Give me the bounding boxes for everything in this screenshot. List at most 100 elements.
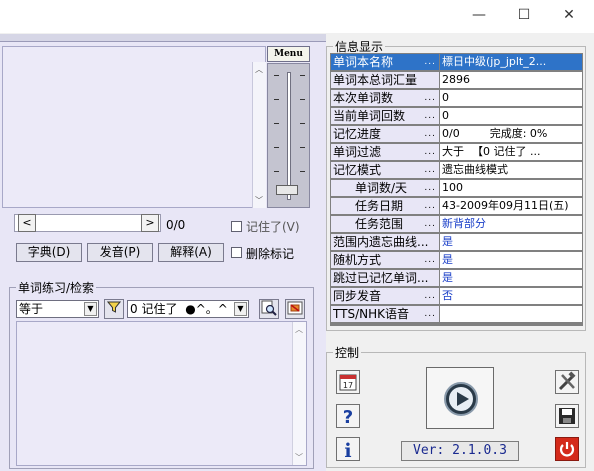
- info-row-label: 单词过滤...: [331, 144, 439, 160]
- remembered-checkbox[interactable]: [231, 221, 242, 232]
- scroll-down-icon[interactable]: ﹀: [295, 452, 303, 463]
- info-row-label: 任务范围...: [331, 216, 439, 232]
- info-row-value-text: 標日中级(jp_jplt_2...: [442, 55, 547, 68]
- info-row-label: 本次单词数...: [331, 90, 439, 106]
- help-icon[interactable]: ?: [336, 404, 360, 428]
- info-row[interactable]: 任务日期... 43-2009年09月11日(五): [330, 197, 583, 214]
- info-row[interactable]: 记忆模式... 遗忘曲线模式: [330, 161, 583, 178]
- search-group-title: 单词练习/检索: [16, 279, 97, 296]
- info-row-label-text: TTS/NHK语音: [333, 307, 409, 321]
- info-row-value: 否: [440, 288, 582, 304]
- chevron-down-icon[interactable]: ▼: [234, 302, 247, 316]
- info-row[interactable]: 当前单词回数... 0: [330, 107, 583, 124]
- info-row[interactable]: 记忆进度... 0/0 完成度: 0%: [330, 125, 583, 142]
- info-row-label: 跳过已记忆单词...: [331, 270, 439, 286]
- slider-tick: [300, 75, 305, 76]
- menu-button[interactable]: Menu: [267, 46, 310, 62]
- info-row-label-text: 单词数/天: [355, 181, 408, 195]
- search-result-list[interactable]: [16, 321, 307, 466]
- info-row-dots: ...: [424, 165, 436, 175]
- chevron-down-icon[interactable]: ▼: [84, 302, 97, 316]
- close-button[interactable]: ✕: [546, 0, 592, 31]
- save-icon[interactable]: [555, 404, 579, 428]
- scroll-up-icon[interactable]: ︿: [255, 64, 263, 75]
- svg-text:i: i: [344, 440, 351, 460]
- speed-slider-thumb[interactable]: [276, 185, 298, 195]
- speed-slider-track[interactable]: [287, 72, 291, 200]
- tools-icon[interactable]: [555, 370, 579, 394]
- info-row-value: 2896: [440, 72, 582, 88]
- info-row[interactable]: 单词过滤... 大于 【0 记住了 ...: [330, 143, 583, 160]
- info-row-label: 范围内遗忘曲线...: [331, 234, 439, 250]
- info-row-value: 標日中级(jp_jplt_2...: [440, 54, 582, 70]
- word-position: 0/0: [166, 218, 186, 232]
- clear-icon[interactable]: [285, 299, 305, 319]
- power-button[interactable]: [555, 437, 579, 461]
- info-row-extra: 【0 记住了 ...: [472, 145, 541, 158]
- info-row[interactable]: 跳过已记忆单词... 是: [330, 269, 583, 286]
- info-row-label: TTS/NHK语音...: [331, 306, 439, 322]
- remembered-label: 记住了(V): [246, 220, 300, 234]
- minimize-button[interactable]: —: [456, 0, 502, 31]
- info-row-dots: ...: [424, 129, 436, 139]
- slider-tick: [274, 99, 279, 100]
- maximize-button[interactable]: ☐: [501, 0, 547, 31]
- info-row-label-text: 任务范围: [355, 217, 404, 231]
- explain-button[interactable]: 解释(A): [158, 243, 224, 262]
- info-row-dots: ...: [424, 201, 436, 211]
- svg-text:17: 17: [343, 381, 353, 390]
- info-row-dots: ...: [424, 147, 436, 157]
- word-pager-scrollbar[interactable]: [14, 214, 161, 232]
- scroll-down-icon[interactable]: ﹀: [255, 195, 263, 206]
- info-row-dots: ...: [424, 93, 436, 103]
- magnify-icon[interactable]: [259, 299, 279, 319]
- info-row-extra: 完成度: 0%: [489, 127, 548, 140]
- info-row-label: 记忆进度...: [331, 126, 439, 142]
- info-row[interactable]: 任务范围... 新背部分: [330, 215, 583, 232]
- info-row-value: [440, 306, 582, 322]
- info-row[interactable]: 本次单词数... 0: [330, 89, 583, 106]
- calendar-icon[interactable]: 17: [336, 370, 360, 394]
- info-row-label-text: 任务日期: [355, 199, 404, 213]
- svg-text:?: ?: [343, 407, 353, 427]
- info-row-dots: ...: [424, 183, 436, 193]
- info-row-value-text: 43-2009年09月11日(五): [442, 199, 569, 212]
- info-row[interactable]: 单词本总词汇量 2896: [330, 71, 583, 88]
- info-row[interactable]: 单词本名称... 標日中级(jp_jplt_2...: [330, 53, 583, 70]
- prev-word-button[interactable]: <: [18, 214, 36, 232]
- info-row-label-text: 单词本名称: [333, 55, 394, 69]
- result-list-scrollbar[interactable]: ︿ ﹀: [292, 322, 306, 465]
- play-button[interactable]: [426, 367, 494, 429]
- info-row-value-text: 2896: [442, 73, 470, 86]
- condition-select[interactable]: 0 记住了 ●^。^: [127, 300, 249, 318]
- info-row-dots: ...: [424, 111, 436, 121]
- pronounce-button[interactable]: 发音(P): [87, 243, 153, 262]
- info-row-dots: ...: [424, 57, 436, 67]
- info-icon[interactable]: i: [336, 437, 360, 462]
- info-row-label: 随机方式...: [331, 252, 439, 268]
- info-row-dots: ...: [424, 291, 436, 301]
- delete-mark-checkbox[interactable]: [231, 247, 242, 258]
- info-row[interactable]: 范围内遗忘曲线... 是: [330, 233, 583, 250]
- display-vertical-scrollbar[interactable]: ︿ ﹀: [252, 62, 266, 208]
- slider-tick: [274, 171, 279, 172]
- info-row-value-text: 是: [442, 271, 453, 284]
- power-icon: [559, 442, 575, 457]
- funnel-icon[interactable]: [104, 299, 124, 319]
- info-row[interactable]: 随机方式... 是: [330, 251, 583, 268]
- scroll-up-icon[interactable]: ︿: [295, 324, 303, 335]
- info-row-label: 任务日期...: [331, 198, 439, 214]
- slider-tick: [300, 171, 305, 172]
- info-row-value: 遗忘曲线模式: [440, 162, 582, 178]
- word-display-area[interactable]: [2, 46, 266, 208]
- info-row-dots: ...: [424, 309, 436, 319]
- info-row[interactable]: TTS/NHK语音...: [330, 305, 583, 322]
- info-row[interactable]: 同步发音... 否: [330, 287, 583, 304]
- dictionary-button[interactable]: 字典(D): [16, 243, 82, 262]
- slider-tick: [300, 147, 305, 148]
- info-row[interactable]: 单词数/天... 100: [330, 179, 583, 196]
- delete-mark-label: 删除标记: [246, 247, 295, 261]
- slider-tick: [274, 123, 279, 124]
- info-row-value: 大于 【0 记住了 ...: [440, 144, 582, 160]
- next-word-button[interactable]: >: [141, 214, 159, 232]
